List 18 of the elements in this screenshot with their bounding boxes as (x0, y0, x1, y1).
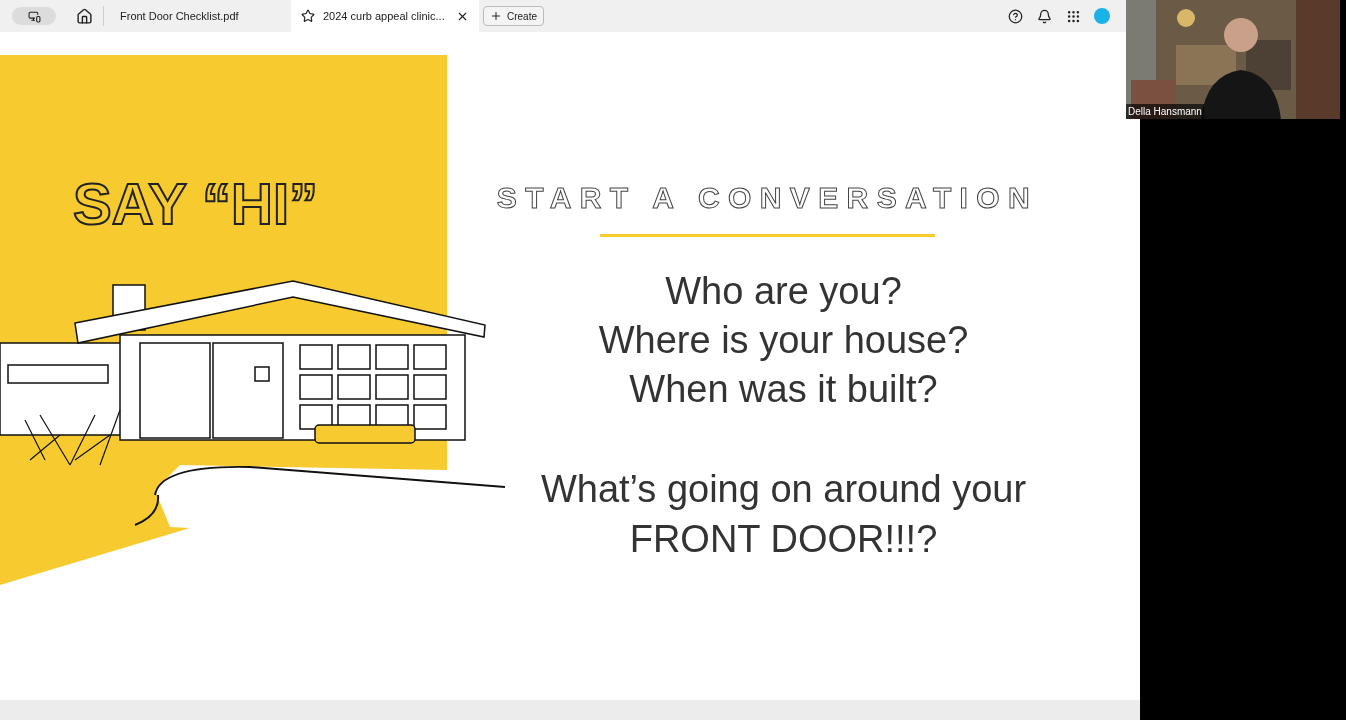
participant-name: Della Hansmann (1126, 104, 1204, 119)
plus-icon (490, 10, 502, 22)
notifications-icon[interactable] (1037, 8, 1052, 24)
create-button[interactable]: Create (483, 6, 544, 26)
closing-text: FRONT DOOR!!!? (629, 517, 938, 562)
question-text: When was it built? (629, 367, 938, 412)
star-icon[interactable] (301, 9, 315, 23)
slide-headline: SAY “HI” (73, 175, 318, 233)
document-tab[interactable]: Front Door Checklist.pdf (110, 0, 285, 32)
question-text: Who are you? (665, 269, 902, 314)
help-icon[interactable] (1008, 8, 1023, 24)
question-text: Where is your house? (598, 318, 969, 363)
screen-share-icon[interactable] (12, 7, 56, 25)
home-icon[interactable] (76, 7, 93, 25)
closing-text: What’s going on around your (540, 467, 1027, 512)
slide-title: START A CONVERSATION (496, 180, 1039, 216)
apps-grid-icon[interactable] (1066, 8, 1081, 24)
document-tab[interactable]: 2024 curb appeal clinic... (291, 0, 479, 32)
